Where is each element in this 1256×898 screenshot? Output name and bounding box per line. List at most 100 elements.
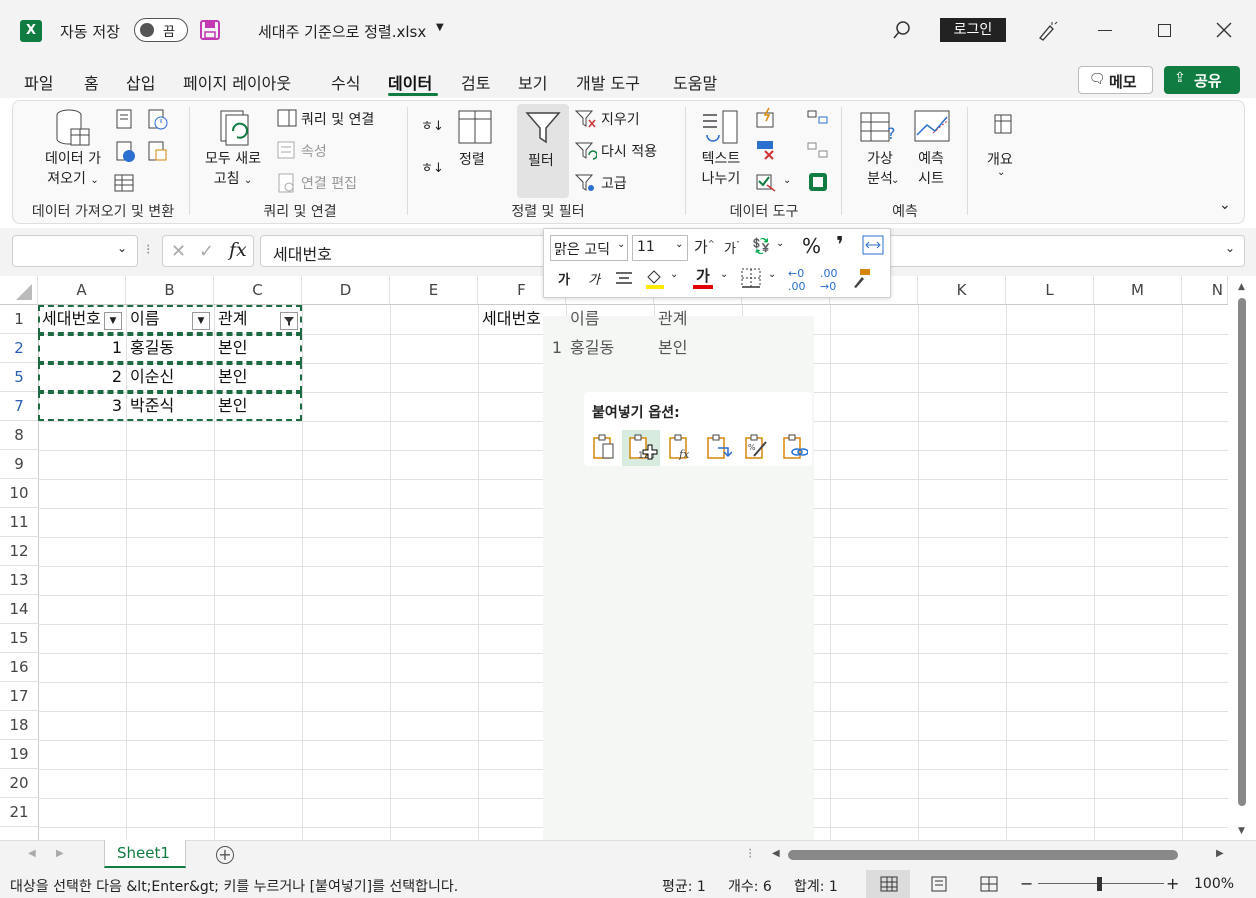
sort-ascending-icon[interactable]: ㅎ↓ [421, 115, 444, 134]
data-model-icon[interactable] [807, 171, 829, 193]
refresh-all-button[interactable]: 모두 새로 고침 ⌄ [199, 149, 267, 191]
reapply-button[interactable]: 다시 적용 [601, 141, 657, 161]
percent-style-icon[interactable]: % [802, 234, 821, 258]
row-header[interactable]: 15 [0, 624, 38, 653]
queries-connections-button[interactable]: 쿼리 및 연결 [301, 109, 374, 129]
filter-active-icon[interactable] [280, 312, 298, 330]
accounting-format-icon[interactable]: 💱 [752, 237, 771, 255]
maximize-icon[interactable] [1158, 24, 1171, 37]
cell-G1[interactable]: 이름 [570, 305, 599, 333]
scroll-sheets-right-icon[interactable]: ▶ [56, 848, 64, 859]
tab-review[interactable]: 검토 [461, 70, 490, 94]
cell-B2[interactable]: 홍길동 [130, 334, 174, 362]
column-header[interactable]: M [1094, 276, 1182, 305]
horizontal-scroll-thumb[interactable] [788, 850, 1178, 860]
tab-developer[interactable]: 개발 도구 [576, 70, 640, 94]
column-header[interactable]: A [38, 276, 126, 305]
row-header[interactable]: 2 [0, 334, 38, 363]
cell-C7[interactable]: 본인 [218, 392, 247, 420]
existing-connections-icon[interactable] [147, 141, 169, 163]
data-validation-icon[interactable] [755, 171, 777, 193]
normal-view-button[interactable] [866, 870, 910, 898]
cell-A7[interactable]: 3 [42, 392, 122, 420]
expand-formula-bar-icon[interactable]: ⌄ [1225, 241, 1235, 255]
cell-G2[interactable]: 홍길동 [570, 334, 614, 362]
cell-B5[interactable]: 이순신 [130, 363, 174, 391]
column-header[interactable]: B [126, 276, 214, 305]
page-break-view-icon[interactable] [980, 876, 998, 892]
row-header[interactable]: 16 [0, 653, 38, 682]
increase-font-icon[interactable]: 가^ [694, 236, 715, 257]
row-header[interactable]: 1 [0, 305, 38, 334]
page-layout-view-icon[interactable] [930, 876, 948, 892]
column-header[interactable]: L [1006, 276, 1094, 305]
designer-pen-icon[interactable] [1036, 20, 1058, 42]
save-icon[interactable] [200, 20, 220, 40]
chevron-down-icon[interactable]: ⌄ [997, 167, 1005, 178]
row-header[interactable]: 7 [0, 392, 38, 421]
chevron-down-icon[interactable]: ⌄ [670, 269, 678, 280]
memo-button[interactable]: 🗨 메모 [1078, 66, 1153, 94]
tab-data[interactable]: 데이터 [388, 70, 432, 94]
paste-link-icon[interactable] [782, 434, 808, 460]
chevron-down-icon[interactable]: ⌄ [891, 175, 899, 186]
paste-transpose-icon[interactable] [706, 434, 732, 460]
chevron-down-icon[interactable]: ⌄ [783, 175, 791, 186]
filename-dropdown-icon[interactable]: ▼ [436, 22, 444, 33]
clear-filter-icon[interactable] [575, 109, 597, 129]
bold-icon[interactable]: 가 [558, 269, 570, 288]
autosave-toggle[interactable]: 끔 [134, 18, 188, 42]
outline-icon[interactable] [991, 113, 1015, 137]
chevron-down-icon[interactable]: ⌄ [117, 241, 127, 255]
forecast-sheet-icon[interactable] [913, 109, 951, 147]
share-button[interactable]: ⇪ 공유 [1164, 66, 1240, 94]
filter-button[interactable]: 필터 [517, 104, 569, 198]
zoom-slider-thumb[interactable] [1097, 877, 1102, 891]
tab-insert[interactable]: 삽입 [126, 70, 155, 94]
row-header[interactable]: 8 [0, 421, 38, 450]
cell-B7[interactable]: 박준식 [130, 392, 174, 420]
login-button[interactable]: 로그인 [940, 18, 1006, 42]
row-header[interactable]: 13 [0, 566, 38, 595]
scroll-sheets-left-icon[interactable]: ◀ [28, 848, 36, 859]
column-header[interactable]: K [918, 276, 1006, 305]
format-painter-icon[interactable] [850, 267, 872, 289]
borders-icon[interactable] [740, 267, 762, 289]
select-all-corner[interactable] [0, 276, 38, 305]
sort-button[interactable]: 정렬 [459, 149, 485, 169]
column-header[interactable]: E [390, 276, 478, 305]
fill-color-icon[interactable] [644, 267, 666, 289]
minimize-icon[interactable] [1098, 30, 1112, 31]
drag-handle-icon[interactable]: ⁝ [146, 242, 150, 258]
insert-function-icon[interactable]: fx [229, 239, 247, 261]
row-header[interactable]: 19 [0, 740, 38, 769]
decrease-decimal-icon[interactable]: .00 →0 [820, 267, 838, 293]
cell-F1[interactable]: 세대번호 [482, 305, 541, 333]
paste-formatting-icon[interactable]: % [744, 434, 770, 460]
zoom-out-icon[interactable]: − [1020, 874, 1033, 893]
from-web-icon[interactable] [115, 141, 137, 163]
italic-icon[interactable]: 가 [588, 269, 600, 288]
sort-descending-icon[interactable]: ㅎ↓ [421, 157, 444, 176]
row-header[interactable]: 18 [0, 711, 38, 740]
scroll-left-icon[interactable]: ◀ [772, 848, 780, 859]
comma-style-icon[interactable]: ❜ [836, 233, 844, 258]
cell-B1[interactable]: 이름 [130, 305, 159, 333]
cell-C2[interactable]: 본인 [218, 334, 247, 362]
row-header[interactable]: 12 [0, 537, 38, 566]
queries-connections-icon[interactable] [277, 109, 297, 127]
tab-help[interactable]: 도움말 [673, 70, 717, 94]
confirm-entry-icon[interactable]: ✓ [199, 241, 214, 262]
cell-C5[interactable]: 본인 [218, 363, 247, 391]
zoom-level[interactable]: 100% [1194, 876, 1234, 892]
search-icon[interactable] [892, 20, 912, 40]
sheet-tab-sheet1[interactable]: Sheet1 [104, 840, 186, 868]
advanced-filter-icon[interactable] [575, 173, 597, 193]
row-header[interactable]: 21 [0, 798, 38, 827]
outline-button[interactable]: 개요 [987, 149, 1013, 169]
get-data-button[interactable]: 데이터 가 져오기 ⌄ [35, 149, 111, 191]
column-header[interactable]: D [302, 276, 390, 305]
text-to-columns-button[interactable]: 텍스트 나누기 [697, 149, 745, 189]
name-box[interactable]: ⌄ [12, 235, 138, 267]
recent-sources-icon[interactable] [147, 109, 169, 131]
